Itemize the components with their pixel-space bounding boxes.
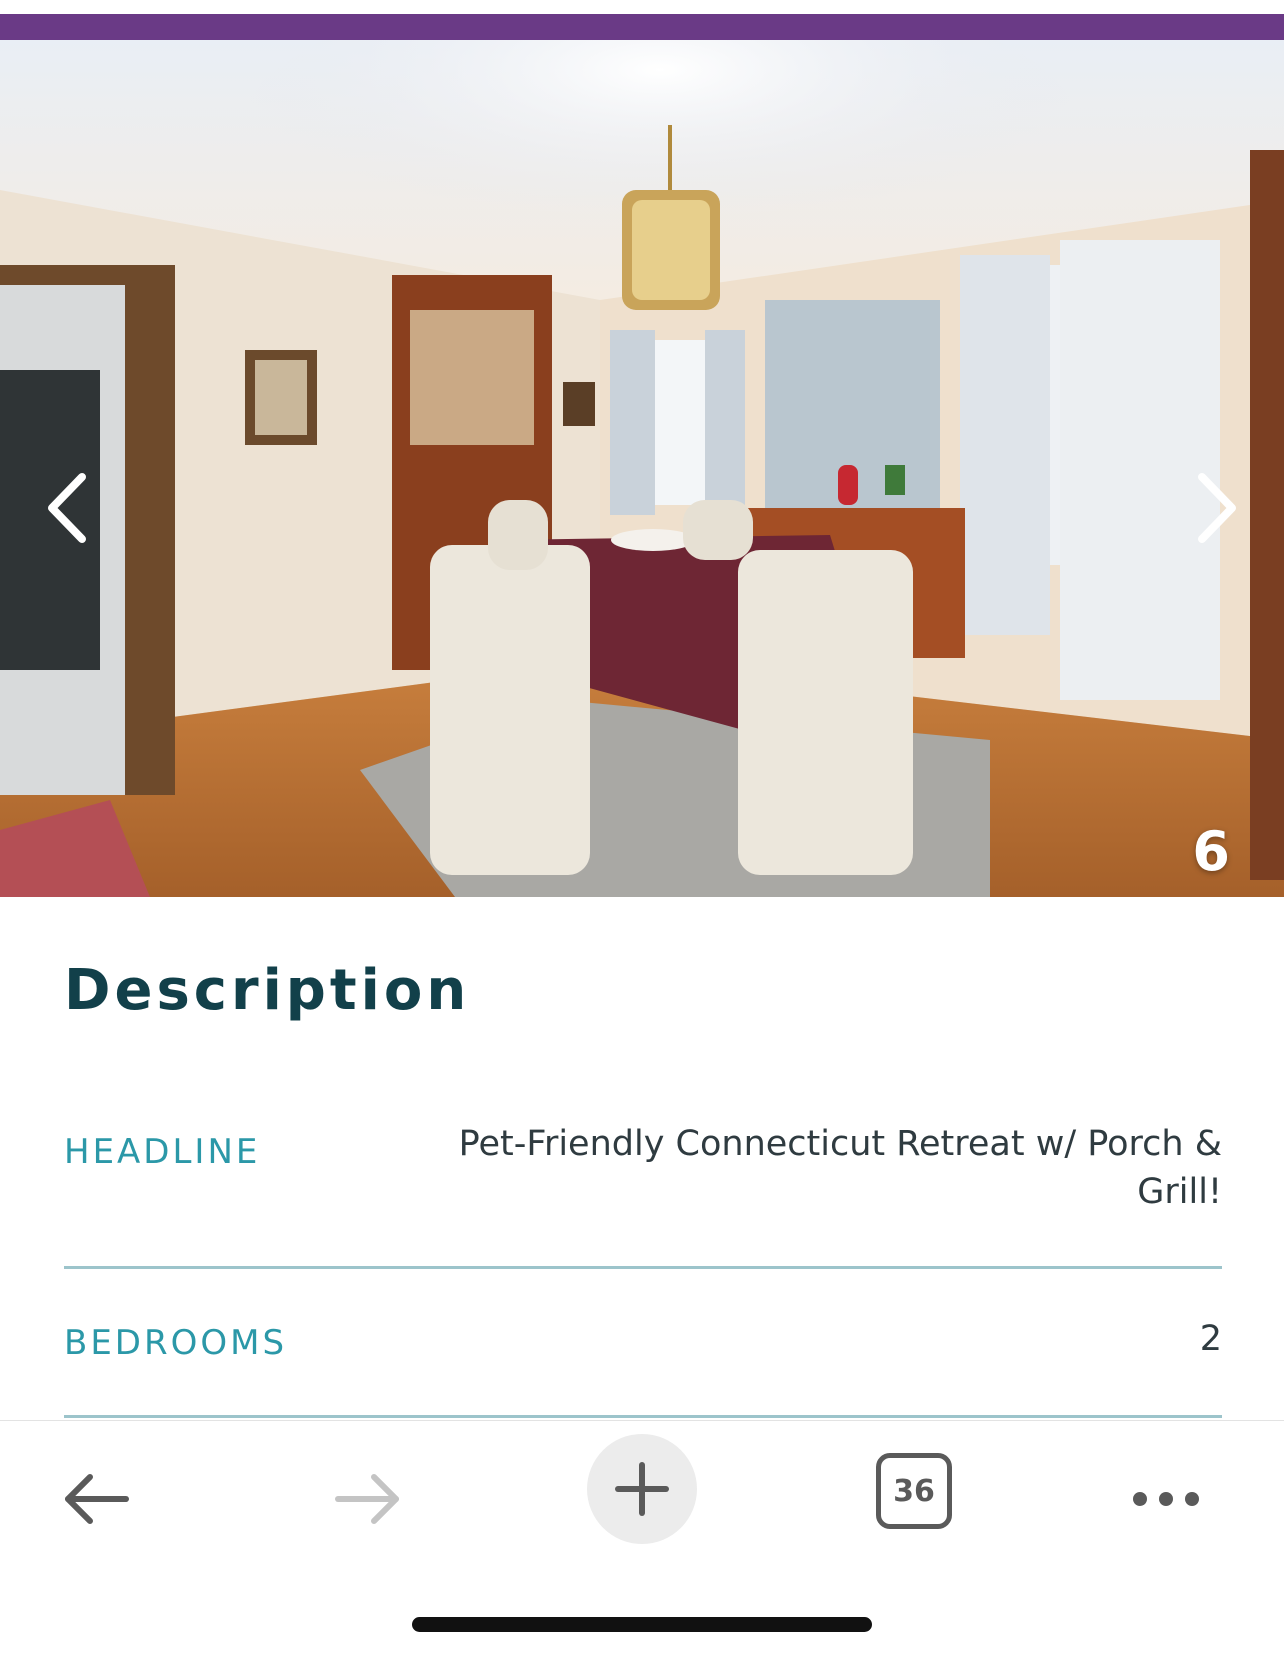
tab-switcher-button[interactable]: 36	[876, 1453, 952, 1529]
next-photo-button[interactable]	[1186, 460, 1250, 556]
tab-count: 36	[893, 1473, 935, 1509]
photo-carousel[interactable]: 6	[0, 40, 1284, 897]
chevron-right-icon	[1198, 473, 1236, 543]
more-horizontal-icon	[1133, 1492, 1199, 1506]
headline-value: Pet-Friendly Connecticut Retreat w/ Porc…	[458, 1124, 1222, 1212]
previous-photo-button[interactable]	[34, 460, 98, 556]
bedrooms-label: BEDROOMS	[64, 1323, 288, 1363]
new-tab-button[interactable]	[587, 1434, 697, 1544]
brand-stripe	[0, 14, 1284, 40]
arrow-right-icon	[335, 1474, 399, 1524]
bedrooms-value: 2	[1199, 1319, 1222, 1359]
back-button[interactable]	[56, 1459, 136, 1539]
more-menu-button[interactable]	[1126, 1459, 1206, 1539]
description-row-headline: HEADLINE Pet-Friendly Connecticut Retrea…	[64, 1120, 1222, 1269]
plus-icon	[615, 1462, 669, 1516]
arrow-left-icon	[65, 1474, 129, 1524]
chevron-left-icon	[48, 473, 86, 543]
forward-button[interactable]	[328, 1459, 408, 1539]
photo-counter: 6	[1192, 820, 1230, 883]
description-row-bedrooms: BEDROOMS 2	[64, 1269, 1222, 1418]
home-indicator	[412, 1617, 872, 1632]
top-bar	[0, 0, 1284, 40]
listing-photo	[0, 40, 1284, 897]
description-title: Description	[64, 958, 471, 1023]
browser-toolbar: 36	[0, 1420, 1284, 1655]
headline-label: HEADLINE	[64, 1132, 261, 1172]
